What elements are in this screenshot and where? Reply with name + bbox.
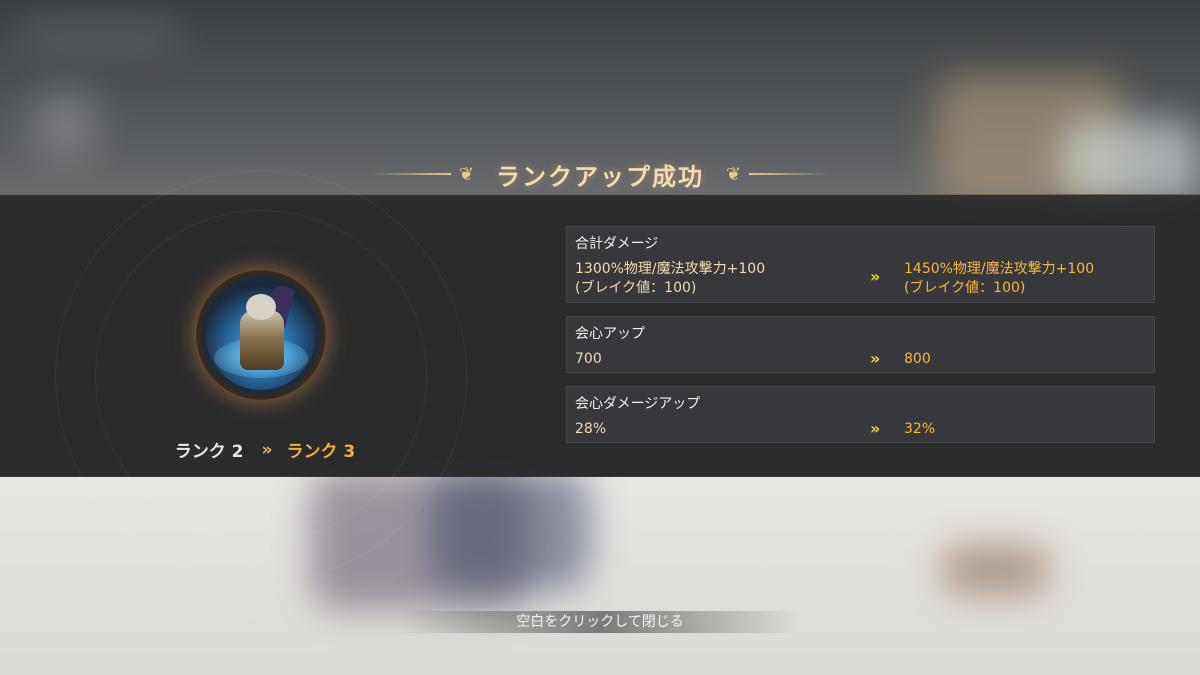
ornament-icon: ❦ xyxy=(458,163,474,185)
double-chevron-icon: » xyxy=(870,349,881,368)
stat-new-value: 800 xyxy=(904,351,931,367)
background-blur-shape xyxy=(30,90,100,160)
rank-change: ランク 2 » ランク 3 xyxy=(160,437,370,463)
stat-old-value: 1300%物理/魔法攻撃力+100 (ブレイク値：100) xyxy=(575,261,766,296)
stat-name: 会心アップ xyxy=(575,326,645,342)
double-chevron-icon: » xyxy=(870,267,881,286)
stat-crit-up: 会心アップ 700 » 800 xyxy=(566,316,1155,373)
page-title: ランクアップ成功 xyxy=(496,162,704,191)
rank-up-panel: ランク 2 » ランク 3 合計ダメージ 1300%物理/魔法攻撃力+100 (… xyxy=(0,170,1200,582)
stat-name: 会心ダメージアップ xyxy=(575,396,701,412)
character-image xyxy=(206,280,316,390)
background-blur-shape xyxy=(20,20,180,56)
double-chevron-icon: » xyxy=(870,419,881,438)
title-divider-right xyxy=(749,173,830,175)
stat-new-value: 32% xyxy=(904,421,936,437)
stat-total-damage: 合計ダメージ 1300%物理/魔法攻撃力+100 (ブレイク値：100) » 1… xyxy=(566,226,1155,303)
rank-new: ランク 3 xyxy=(286,442,356,462)
stat-crit-damage-up: 会心ダメージアップ 28% » 32% xyxy=(566,386,1155,443)
stat-old-value: 700 xyxy=(575,351,602,367)
background-blur-shape xyxy=(940,545,1050,595)
character-head xyxy=(246,294,276,320)
title-banner: ❦ ランクアップ成功 ❦ xyxy=(360,150,840,198)
ornament-icon: ❦ xyxy=(726,163,742,185)
stat-name: 合計ダメージ xyxy=(575,236,659,252)
title-divider-left xyxy=(370,173,451,175)
rank-old: ランク 2 xyxy=(174,442,244,462)
stat-new-value: 1450%物理/魔法攻撃力+100 (ブレイク値：100) xyxy=(904,261,1095,296)
background-blur-shape xyxy=(1060,120,1200,200)
character-portrait xyxy=(196,270,326,400)
background-blur-shape xyxy=(430,470,590,590)
close-hint: 空白をクリックして閉じる xyxy=(400,611,800,633)
double-chevron-icon: » xyxy=(261,439,273,460)
stat-old-value: 28% xyxy=(575,421,607,437)
